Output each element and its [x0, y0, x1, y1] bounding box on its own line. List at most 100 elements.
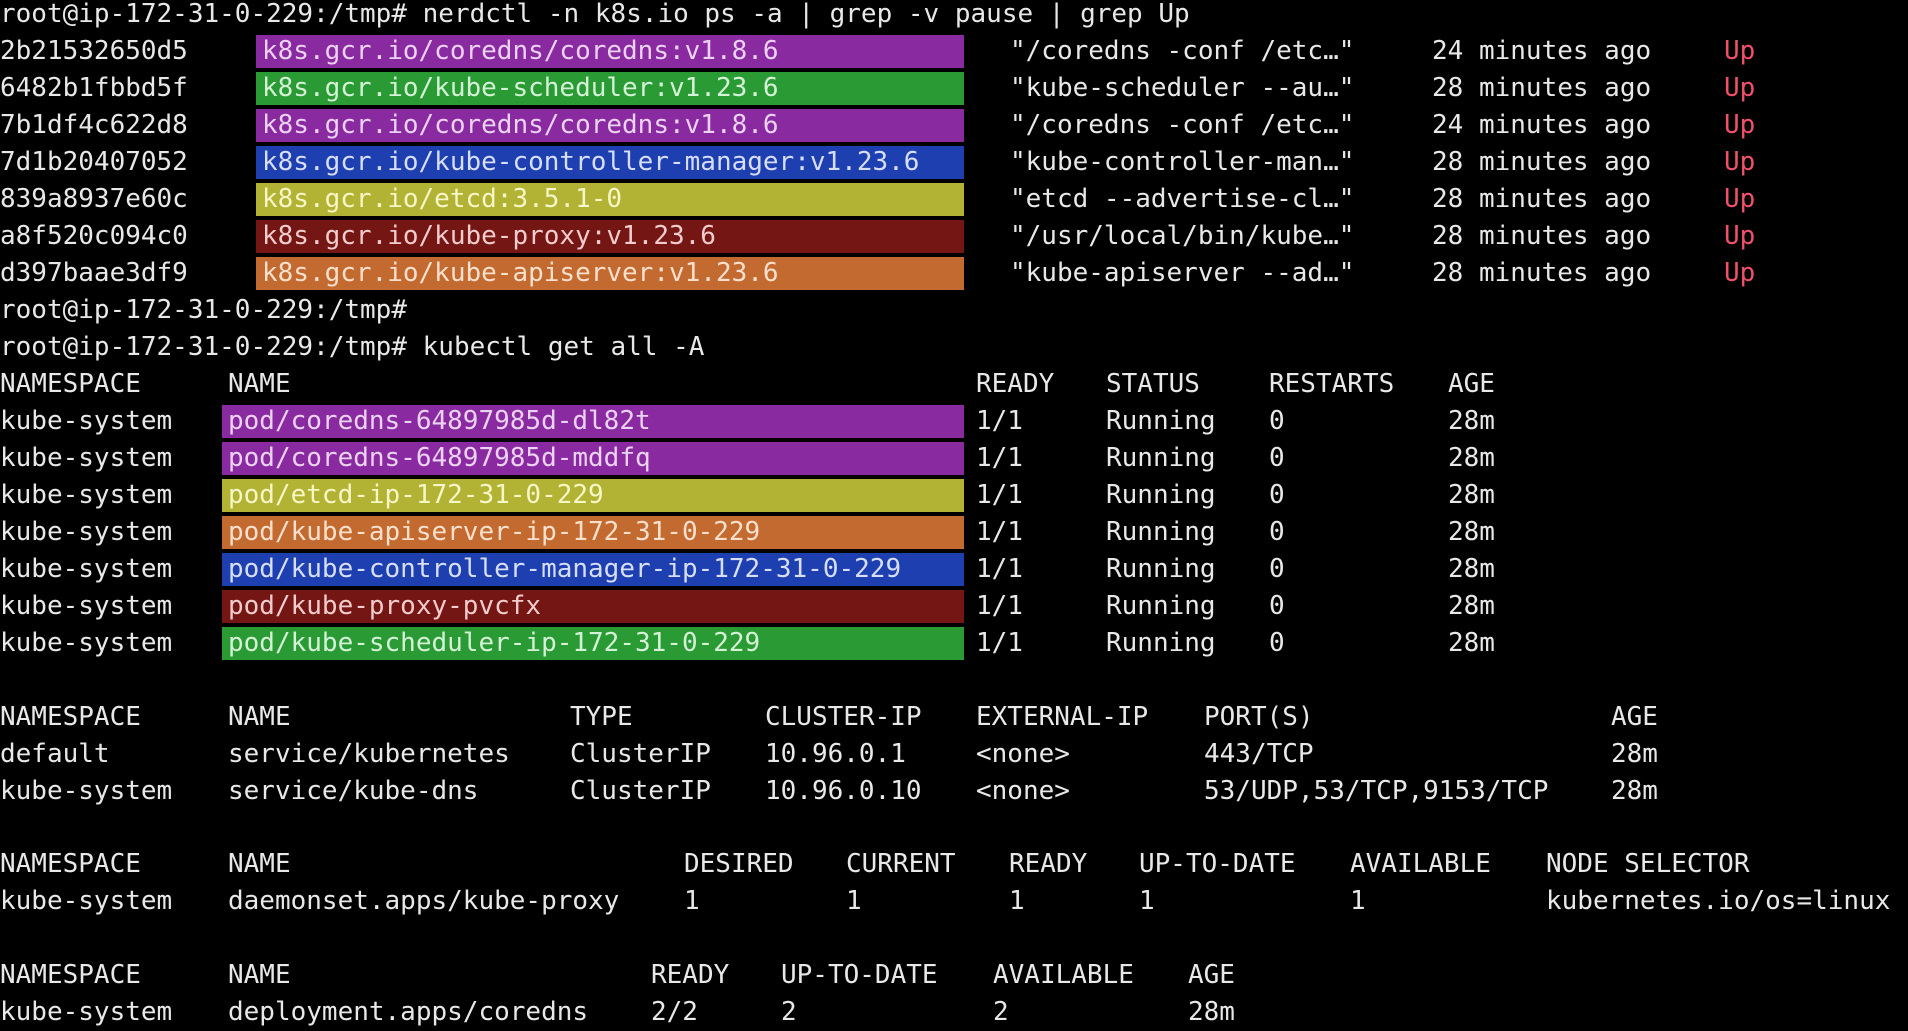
pod-age: 28m	[1448, 517, 1495, 547]
column-header: READY	[1009, 849, 1088, 879]
deployment-ready: 2/2	[651, 997, 698, 1027]
column-header: AGE	[1188, 960, 1235, 990]
pod-age: 28m	[1448, 443, 1495, 473]
pod-status: Running	[1106, 480, 1216, 510]
daemonset-available: 1	[1350, 886, 1366, 916]
container-id: 6482b1fbbd5f	[0, 73, 188, 103]
column-header: READY	[976, 369, 1055, 399]
service-cluster-ip: 10.96.0.1	[765, 739, 906, 769]
column-header: UP-TO-DATE	[1139, 849, 1296, 879]
container-created: 28 minutes ago	[1432, 221, 1652, 251]
pod-restarts: 0	[1269, 628, 1285, 658]
column-header: AGE	[1611, 702, 1658, 732]
deployments-header-row: NAMESPACE NAME READY UP-TO-DATE AVAILABL…	[0, 957, 1908, 994]
pod-age: 28m	[1448, 554, 1495, 584]
pod-ready: 1/1	[976, 591, 1023, 621]
daemonset-node-selector: kubernetes.io/os=linux	[1546, 886, 1891, 916]
container-created: 24 minutes ago	[1432, 36, 1652, 66]
pod-ready: 1/1	[976, 554, 1023, 584]
container-status: Up	[1724, 221, 1756, 251]
column-header: CURRENT	[846, 849, 956, 879]
container-status: Up	[1724, 184, 1756, 214]
pod-namespace: kube-system	[0, 443, 173, 473]
daemonset-ready: 1	[1009, 886, 1025, 916]
pod-restarts: 0	[1269, 591, 1285, 621]
services-header-row: NAMESPACE NAME TYPE CLUSTER-IP EXTERNAL-…	[0, 699, 1908, 736]
service-row: default service/kubernetes ClusterIP 10.…	[0, 736, 1908, 773]
pod-namespace: kube-system	[0, 591, 173, 621]
pod-name: pod/kube-scheduler-ip-172-31-0-229	[222, 627, 964, 660]
column-header: RESTARTS	[1269, 369, 1395, 399]
deployment-name: deployment.apps/coredns	[228, 997, 589, 1027]
terminal-window[interactable]: root@ip-172-31-0-229:/tmp# nerdctl -n k8…	[0, 0, 1908, 1031]
shell-prompt-command: root@ip-172-31-0-229:/tmp# nerdctl -n k8…	[0, 0, 1190, 29]
column-header: NODE SELECTOR	[1546, 849, 1750, 879]
service-row: kube-system service/kube-dns ClusterIP 1…	[0, 773, 1908, 810]
column-header: AVAILABLE	[993, 960, 1134, 990]
container-id: a8f520c094c0	[0, 221, 188, 251]
pod-ready: 1/1	[976, 628, 1023, 658]
pod-namespace: kube-system	[0, 628, 173, 658]
container-created: 28 minutes ago	[1432, 147, 1652, 177]
container-command: "kube-controller-man…"	[1010, 147, 1355, 177]
pod-restarts: 0	[1269, 480, 1285, 510]
pod-row: kube-system pod/kube-apiserver-ip-172-31…	[0, 514, 1908, 551]
pod-name: pod/coredns-64897985d-dl82t	[222, 405, 964, 438]
service-type: ClusterIP	[570, 739, 711, 769]
pod-namespace: kube-system	[0, 406, 173, 436]
column-header: PORT(S)	[1204, 702, 1314, 732]
pod-status: Running	[1106, 443, 1216, 473]
daemonset-desired: 1	[684, 886, 700, 916]
service-cluster-ip: 10.96.0.10	[765, 776, 922, 806]
service-name: service/kube-dns	[228, 776, 479, 806]
daemonset-current: 1	[846, 886, 862, 916]
pod-row: kube-system pod/kube-proxy-pvcfx 1/1 Run…	[0, 588, 1908, 625]
column-header: AGE	[1448, 369, 1495, 399]
column-header: NAME	[228, 702, 291, 732]
pod-restarts: 0	[1269, 406, 1285, 436]
deployment-available: 2	[993, 997, 1009, 1027]
container-created: 28 minutes ago	[1432, 184, 1652, 214]
container-image: k8s.gcr.io/coredns/coredns:v1.8.6	[256, 109, 964, 142]
deployment-row: kube-system deployment.apps/coredns 2/2 …	[0, 994, 1908, 1031]
container-row: 7b1df4c622d8 k8s.gcr.io/coredns/coredns:…	[0, 107, 1908, 144]
pod-status: Running	[1106, 628, 1216, 658]
deployment-namespace: kube-system	[0, 997, 173, 1027]
column-header: DESIRED	[684, 849, 794, 879]
pod-row: kube-system pod/etcd-ip-172-31-0-229 1/1…	[0, 477, 1908, 514]
container-row: 2b21532650d5 k8s.gcr.io/coredns/coredns:…	[0, 33, 1908, 70]
container-status: Up	[1724, 73, 1756, 103]
pod-status: Running	[1106, 406, 1216, 436]
daemonset-namespace: kube-system	[0, 886, 173, 916]
deployment-up-to-date: 2	[781, 997, 797, 1027]
container-status: Up	[1724, 258, 1756, 288]
container-id: 2b21532650d5	[0, 36, 188, 66]
deployment-age: 28m	[1188, 997, 1235, 1027]
pod-restarts: 0	[1269, 517, 1285, 547]
pod-ready: 1/1	[976, 406, 1023, 436]
container-command: "/coredns -conf /etc…"	[1010, 36, 1355, 66]
container-image: k8s.gcr.io/kube-apiserver:v1.23.6	[256, 257, 964, 290]
pod-row: kube-system pod/kube-scheduler-ip-172-31…	[0, 625, 1908, 662]
container-command: "kube-apiserver --ad…"	[1010, 258, 1355, 288]
daemonset-row: kube-system daemonset.apps/kube-proxy 1 …	[0, 883, 1908, 920]
container-command: "/usr/local/bin/kube…"	[1010, 221, 1355, 251]
container-id: 839a8937e60c	[0, 184, 188, 214]
pod-restarts: 0	[1269, 443, 1285, 473]
pod-name: pod/coredns-64897985d-mddfq	[222, 442, 964, 475]
service-ports: 443/TCP	[1204, 739, 1314, 769]
container-status: Up	[1724, 36, 1756, 66]
shell-prompt-command: root@ip-172-31-0-229:/tmp# kubectl get a…	[0, 332, 705, 362]
container-command: "/coredns -conf /etc…"	[1010, 110, 1355, 140]
container-image: k8s.gcr.io/coredns/coredns:v1.8.6	[256, 35, 964, 68]
pod-row: kube-system pod/kube-controller-manager-…	[0, 551, 1908, 588]
column-header: TYPE	[570, 702, 633, 732]
container-row: a8f520c094c0 k8s.gcr.io/kube-proxy:v1.23…	[0, 218, 1908, 255]
container-id: d397baae3df9	[0, 258, 188, 288]
service-external-ip: <none>	[976, 776, 1070, 806]
column-header: NAMESPACE	[0, 702, 141, 732]
daemonset-up-to-date: 1	[1139, 886, 1155, 916]
shell-prompt: root@ip-172-31-0-229:/tmp#	[0, 295, 407, 325]
container-id: 7b1df4c622d8	[0, 110, 188, 140]
pod-status: Running	[1106, 517, 1216, 547]
